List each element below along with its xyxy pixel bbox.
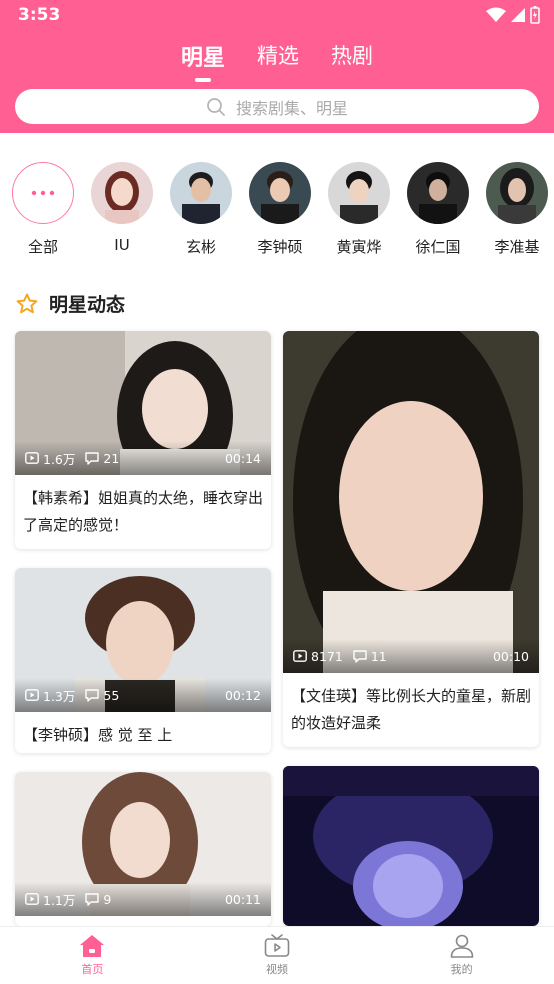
play-count-icon	[25, 689, 39, 701]
video-duration: 00:14	[224, 450, 261, 466]
comment-count-text: 21	[103, 450, 120, 466]
video-caption: 【李钟硕】感 觉 至 上	[23, 726, 173, 744]
view-count-text: 1.6万	[43, 451, 76, 467]
video-meta: 1.1万 9 00:11	[15, 882, 271, 916]
star-item-hwang-in-youp[interactable]: 黄寅烨	[328, 162, 390, 257]
video-card[interactable]: 1.1万 9 00:11	[15, 772, 271, 926]
star-name: 黄寅烨	[336, 238, 382, 256]
comment-count: 9	[85, 892, 111, 907]
search-placeholder: 搜索剧集、明星	[235, 98, 348, 118]
avatar	[249, 162, 311, 224]
avatar	[91, 162, 153, 224]
avatar	[328, 162, 390, 224]
nav-video-label: 视频	[266, 963, 288, 976]
video-meta: 1.6万 21 00:14	[15, 441, 271, 475]
video-duration: 00:11	[224, 891, 261, 907]
search-icon	[207, 97, 225, 116]
star-name: 徐仁国	[415, 238, 461, 256]
tab-hot-dramas[interactable]: 热剧	[331, 40, 373, 82]
video-card[interactable]: 1.6万 21 00:14 【韩素希】姐姐真的太绝，睡衣穿出了高定的感觉！	[15, 331, 271, 549]
video-caption: 【文佳瑛】等比例长大的童星，新剧的妆造好温柔	[291, 687, 532, 732]
video-tv-icon	[264, 934, 290, 957]
comment-count-text: 11	[370, 648, 387, 664]
top-tabs: 明星 精选 热剧	[0, 40, 554, 82]
play-count-icon	[25, 452, 39, 464]
comment-count-text: 55	[103, 687, 120, 703]
play-count-icon	[293, 650, 307, 662]
app-header: 3:53 明星 精选 热剧 搜索剧集、明星	[0, 0, 554, 133]
home-icon	[80, 935, 105, 957]
video-meta: 1.3万 55 00:12	[15, 678, 271, 712]
signal-icon	[511, 8, 525, 22]
star-name: 李钟硕	[257, 238, 303, 256]
video-thumbnail: 1.3万 55 00:12	[15, 568, 271, 712]
status-time: 3:53	[18, 5, 61, 25]
video-duration: 00:12	[224, 687, 261, 703]
video-meta: 8171 11 00:10	[283, 639, 539, 673]
nav-video[interactable]: 视频	[185, 927, 370, 984]
comment-icon	[85, 451, 100, 465]
avatar	[170, 162, 232, 224]
video-thumbnail	[283, 766, 539, 926]
star-name: 全部	[27, 238, 58, 256]
section-title: 明星动态	[49, 294, 126, 316]
nav-profile[interactable]: 我的	[369, 927, 554, 984]
search-bar[interactable]: 搜索剧集、明星	[15, 89, 539, 124]
star-item-all[interactable]: 全部	[12, 162, 74, 257]
status-bar: 3:53	[0, 0, 554, 30]
star-item-seo-in-guk[interactable]: 徐仁国	[407, 162, 469, 257]
star-item-lee-joon-gi[interactable]: 李准基	[486, 162, 548, 257]
video-thumbnail: 8171 11 00:10	[283, 331, 539, 673]
video-caption: 【韩素希】姐姐真的太绝，睡衣穿出了高定的感觉！	[23, 489, 264, 534]
comment-icon	[85, 688, 100, 702]
comment-icon	[85, 892, 100, 906]
video-card[interactable]: 1.3万 55 00:12 【李钟硕】感 觉 至 上	[15, 568, 271, 753]
star-item-hyun-bin[interactable]: 玄彬	[170, 162, 232, 257]
star-item-iu[interactable]: IU	[91, 162, 153, 257]
tab-featured[interactable]: 精选	[257, 40, 299, 82]
wifi-icon	[486, 7, 506, 22]
battery-icon	[530, 6, 540, 24]
video-card[interactable]	[283, 766, 539, 926]
star-icon	[16, 293, 38, 313]
status-icons	[486, 6, 540, 24]
comment-icon	[353, 649, 367, 663]
tab-stars[interactable]: 明星	[181, 40, 225, 82]
nav-home-label: 首页	[81, 963, 104, 976]
more-dots-icon	[12, 162, 74, 224]
view-count: 1.3万	[25, 686, 75, 705]
video-card[interactable]: 8171 11 00:10 【文佳瑛】等比例长大的童星，新剧的妆造好温柔	[283, 331, 539, 747]
view-count: 8171	[293, 649, 343, 664]
video-duration: 00:10	[492, 648, 529, 664]
comment-count: 21	[85, 451, 119, 466]
video-thumbnail: 1.6万 21 00:14	[15, 331, 271, 475]
video-thumbnail: 1.1万 9 00:11	[15, 772, 271, 916]
section-header: 明星动态	[15, 290, 125, 317]
star-name: IU	[114, 236, 130, 254]
view-count-text: 1.1万	[43, 892, 76, 908]
comment-count-text: 9	[103, 891, 112, 907]
comment-count: 11	[353, 649, 387, 664]
play-count-icon	[25, 893, 39, 905]
view-count-text: 1.3万	[43, 688, 76, 704]
view-count-text: 8171	[311, 648, 343, 664]
bottom-nav: 首页 视频 我的	[0, 926, 554, 984]
nav-profile-label: 我的	[450, 963, 473, 976]
avatar	[407, 162, 469, 224]
star-name: 玄彬	[185, 238, 216, 256]
star-name: 李准基	[494, 238, 540, 256]
avatar	[486, 162, 548, 224]
comment-count: 55	[85, 688, 119, 703]
view-count: 1.1万	[25, 890, 75, 909]
star-item-lee-jong-suk[interactable]: 李钟硕	[249, 162, 311, 257]
view-count: 1.6万	[25, 449, 75, 468]
star-list: 全部 IU 玄彬 李钟硕 黄寅烨 徐仁国 李准基	[12, 162, 554, 257]
profile-icon	[450, 934, 473, 958]
nav-home[interactable]: 首页	[0, 927, 185, 984]
